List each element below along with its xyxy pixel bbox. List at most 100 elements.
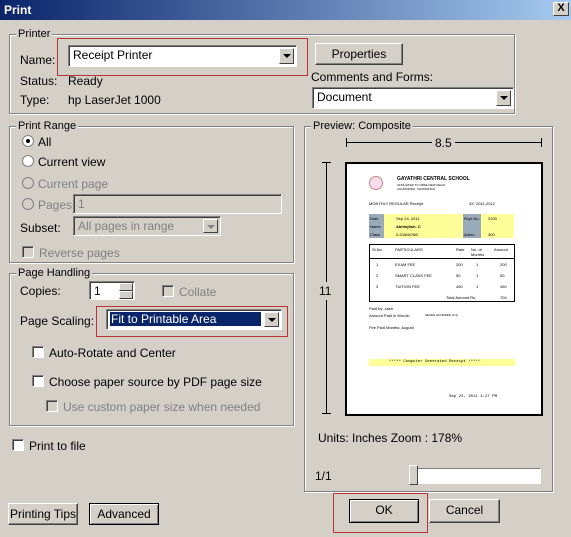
height-label: 11 xyxy=(319,282,332,300)
current-page-radio[interactable] xyxy=(22,177,34,189)
height-tick-bottom xyxy=(322,413,331,414)
school-name: GAYATHRI CENTRAL SCHOOL xyxy=(397,176,470,182)
reverse-checkbox[interactable] xyxy=(22,246,34,258)
class-label: Class xyxy=(370,232,381,237)
print-stamp: Sep 24, 2011 4:27 PM xyxy=(449,395,498,399)
subset-label: Subset: xyxy=(20,221,61,235)
pages-radio[interactable] xyxy=(22,198,34,210)
ok-button[interactable]: OK xyxy=(349,499,419,523)
amount-words-label: Amount Paid in Words: xyxy=(369,313,410,318)
printer-legend: Printer xyxy=(16,28,53,40)
print-range-legend: Print Range xyxy=(16,120,79,132)
th-months: No. of Months xyxy=(471,247,485,257)
row1-part: EXAM FEE xyxy=(395,262,416,267)
reverse-label: Reverse pages xyxy=(39,246,120,260)
page-handling-legend: Page Handling xyxy=(16,267,93,279)
type-value: hp LaserJet 1000 xyxy=(68,93,161,107)
receipt-type: MONTHLY REGULAR Receipt xyxy=(369,201,424,206)
copies-stepper[interactable]: 1 xyxy=(89,281,135,300)
pages-label: Pages xyxy=(38,198,73,212)
scaling-label: Page Scaling: xyxy=(20,314,95,328)
school-logo-icon xyxy=(369,176,383,190)
row3-sl: 3 xyxy=(376,284,379,289)
auto-rotate-checkbox[interactable] xyxy=(32,346,44,358)
row1-sl: 1 xyxy=(376,262,379,267)
table-line xyxy=(370,258,514,259)
academic-year: AY: 2011-2012 xyxy=(469,201,495,206)
chevron-down-icon[interactable] xyxy=(279,48,294,64)
page-indicator: 1/1 xyxy=(315,469,332,483)
pages-value: 1 xyxy=(78,197,85,211)
stepper-down-icon[interactable] xyxy=(119,291,133,299)
preview-legend: Preview: Composite xyxy=(311,120,413,132)
row3-amt: 450 xyxy=(500,284,507,289)
collate-checkbox[interactable] xyxy=(162,285,174,297)
paid-by: Paid by: cash xyxy=(369,306,394,311)
width-tick-right xyxy=(541,138,542,147)
advanced-button[interactable]: Advanced xyxy=(89,503,159,525)
row2-part: SMART CLASS FEE xyxy=(395,273,432,278)
date-value: Sep 24, 2011 xyxy=(396,216,420,221)
print-to-file-checkbox[interactable] xyxy=(12,439,24,451)
status-label: Status: xyxy=(20,74,58,88)
stepper-up-icon[interactable] xyxy=(119,283,133,291)
custom-size-checkbox[interactable] xyxy=(46,400,58,412)
paper-source-checkbox[interactable] xyxy=(32,375,44,387)
rcpt-label: Rcpt No. xyxy=(464,216,480,221)
date-label: Date xyxy=(370,216,379,221)
pages-input[interactable]: 1 xyxy=(73,194,282,214)
width-tick-left xyxy=(346,138,347,147)
row3-mon: 1 xyxy=(476,284,479,289)
th-particulars: PARTICULARS xyxy=(395,247,423,252)
page-slider[interactable] xyxy=(410,468,541,484)
close-button[interactable]: X xyxy=(553,2,569,16)
scaling-value: Fit to Printable Area xyxy=(110,312,261,326)
chevron-down-icon[interactable] xyxy=(264,312,279,327)
copies-value: 1 xyxy=(94,284,101,298)
subset-select[interactable]: All pages in range xyxy=(73,216,221,236)
row1-amt: 200 xyxy=(500,262,507,267)
current-view-label: Current view xyxy=(38,155,106,169)
th-amount: Amount xyxy=(494,247,508,252)
paper-source-label: Choose paper source by PDF page size xyxy=(49,375,262,389)
current-page-label: Current page xyxy=(38,177,109,191)
school-sub2: CHUDDINDU, CHUDDINDU. xyxy=(397,187,436,191)
all-label: All xyxy=(38,135,52,149)
fee-table: Sl.No. PARTICULARS Rate No. of Months Am… xyxy=(369,244,515,302)
printer-name-select[interactable]: Receipt Printer xyxy=(68,45,297,67)
chevron-down-icon[interactable] xyxy=(203,219,218,233)
subset-value: All pages in range xyxy=(78,219,175,233)
name-label: Name: xyxy=(20,53,56,67)
computer-generated-text: ***** Computer Generated Receipt ***** xyxy=(389,360,481,364)
title-bar: Print xyxy=(0,0,571,20)
th-rate: Rate xyxy=(456,247,465,252)
comments-label: Comments and Forms: xyxy=(311,70,434,84)
cancel-button[interactable]: Cancel xyxy=(429,499,500,523)
comments-select[interactable]: Document xyxy=(312,87,514,109)
row2-rate: 50 xyxy=(456,273,461,278)
row1-rate: 200 xyxy=(456,262,463,267)
collate-label: Collate xyxy=(179,285,217,299)
properties-button[interactable]: Properties xyxy=(315,43,403,65)
name-label-r: Name xyxy=(370,224,381,229)
preview-page: GAYATHRI CENTRAL SCHOOL AFFILIATED TO CB… xyxy=(345,162,543,416)
fee-months: Fee Paid Months: August xyxy=(369,325,414,330)
th-sl: Sl.No. xyxy=(372,247,383,252)
window-title: Print xyxy=(4,3,32,17)
all-radio[interactable] xyxy=(22,135,34,147)
print-to-file-label: Print to file xyxy=(29,439,86,453)
type-label: Type: xyxy=(20,93,50,107)
row2-mon: 1 xyxy=(476,273,479,278)
auto-rotate-label: Auto-Rotate and Center xyxy=(49,346,176,360)
page-scaling-select[interactable]: Fit to Printable Area xyxy=(106,309,282,330)
chevron-down-icon[interactable] xyxy=(496,90,511,106)
custom-size-label: Use custom paper size when needed xyxy=(63,400,261,414)
admn-value: 300 xyxy=(488,232,495,237)
row1-mon: 1 xyxy=(476,262,479,267)
copies-label: Copies: xyxy=(20,284,61,298)
printer-name-value: Receipt Printer xyxy=(73,48,153,62)
height-tick-top xyxy=(322,162,331,163)
current-view-radio[interactable] xyxy=(22,155,34,167)
printing-tips-button[interactable]: Printing Tips xyxy=(8,503,78,525)
slider-thumb[interactable] xyxy=(409,465,418,485)
